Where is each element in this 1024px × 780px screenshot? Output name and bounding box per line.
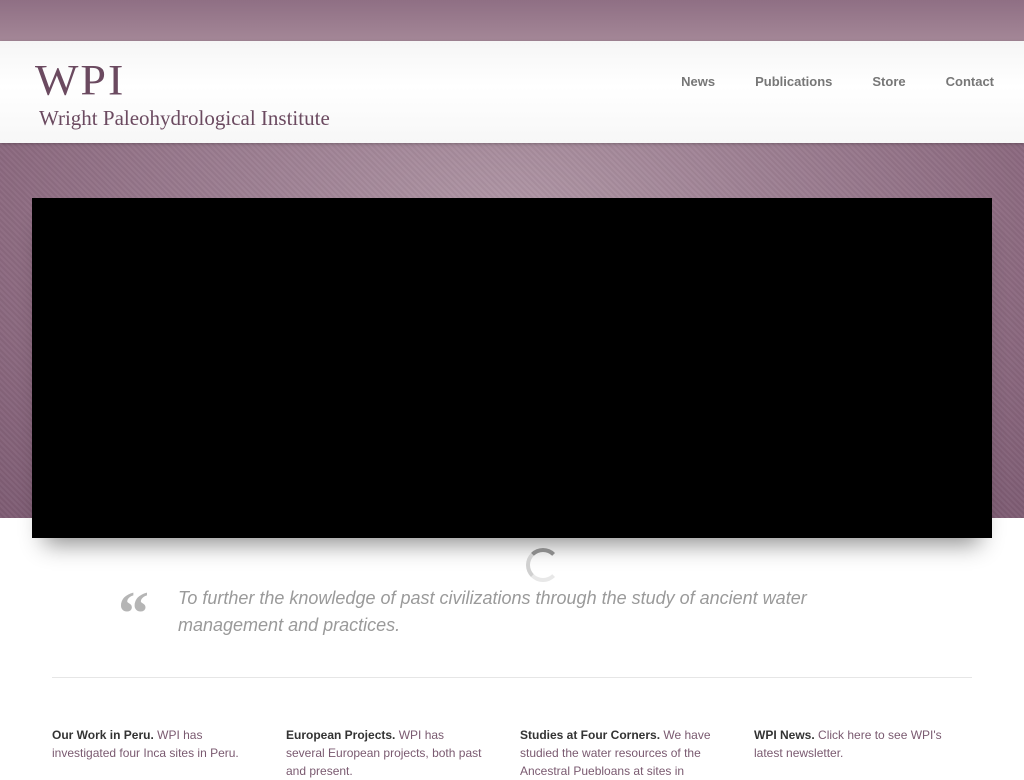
quote-mark-icon: “ — [118, 580, 149, 648]
nav-news[interactable]: News — [681, 74, 715, 89]
nav-contact[interactable]: Contact — [946, 74, 994, 89]
nav-store[interactable]: Store — [872, 74, 905, 89]
feature-news-title: WPI News. — [754, 728, 815, 742]
feature-peru[interactable]: Our Work in Peru. WPI has investigated f… — [52, 726, 252, 762]
feature-europe-title: European Projects. — [286, 728, 396, 742]
feature-peru-title: Our Work in Peru. — [52, 728, 154, 742]
logo-abbreviation: WPI — [35, 55, 126, 104]
site-header: WPI Wright Paleohydrological Institute N… — [0, 41, 1024, 143]
main-nav: News Publications Store Contact — [681, 74, 994, 89]
feature-news[interactable]: WPI News. Click here to see WPI's latest… — [754, 726, 954, 762]
site-logo[interactable]: WPI Wright Paleohydrological Institute — [35, 57, 330, 131]
logo-full-name: Wright Paleohydrological Institute — [39, 106, 330, 130]
feature-four-corners-title: Studies at Four Corners. — [520, 728, 661, 742]
top-band — [0, 0, 1024, 41]
hero-video-player[interactable] — [32, 198, 992, 582]
feature-four-corners[interactable]: Studies at Four Corners. We have studied… — [520, 726, 720, 780]
mission-statement: To further the knowledge of past civiliz… — [178, 588, 807, 635]
nav-publications[interactable]: Publications — [755, 74, 832, 89]
feature-europe[interactable]: European Projects. WPI has several Europ… — [286, 726, 486, 780]
section-divider — [52, 677, 972, 678]
loading-spinner-icon — [526, 548, 560, 582]
